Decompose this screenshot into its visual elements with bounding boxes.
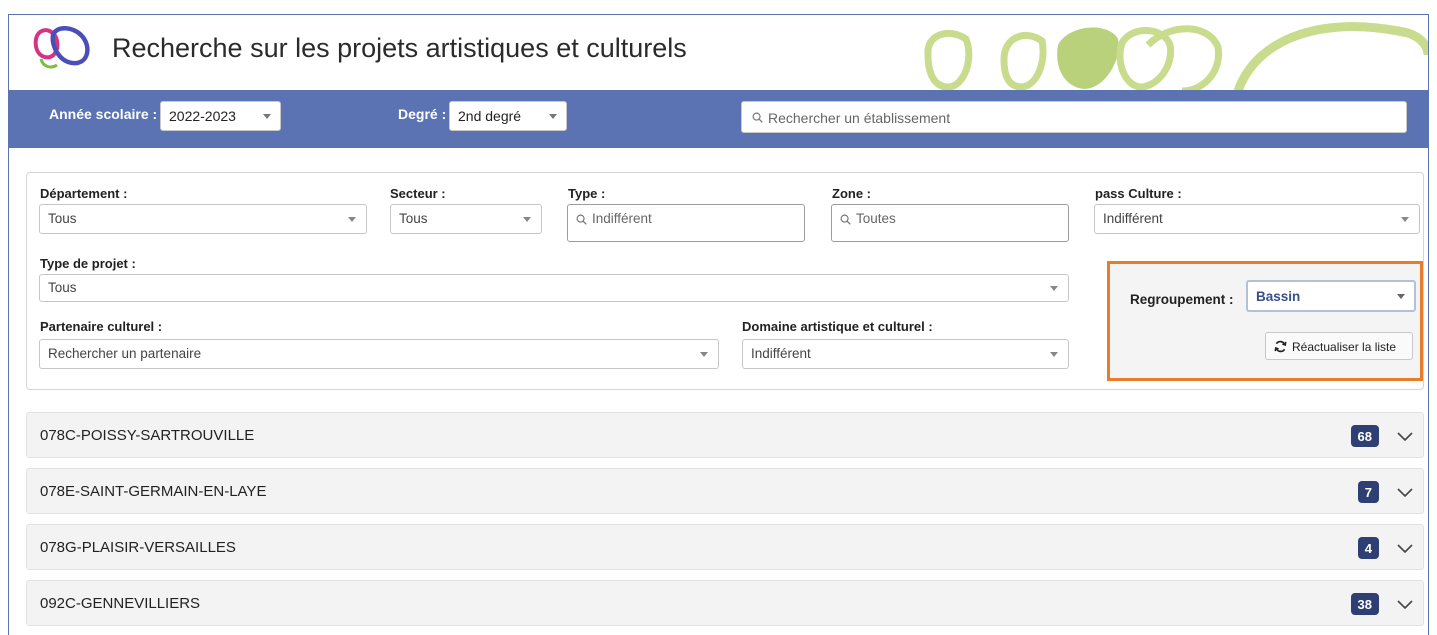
degree-label: Degré : bbox=[398, 106, 447, 122]
chevron-down-icon[interactable] bbox=[1395, 538, 1415, 558]
refresh-list-label: Réactualiser la liste bbox=[1292, 340, 1397, 354]
group-name: 078C-POISSY-SARTROUVILLE bbox=[40, 427, 255, 444]
regroupement-label: Regroupement : bbox=[1130, 292, 1234, 307]
chevron-down-icon bbox=[700, 352, 708, 357]
secteur-value: Tous bbox=[399, 211, 428, 226]
filters-panel: Département : Tous Secteur : Tous Type :… bbox=[26, 172, 1424, 390]
group-row[interactable]: 078E-SAINT-GERMAIN-EN-LAYE 7 bbox=[26, 468, 1424, 514]
chevron-down-icon[interactable] bbox=[1395, 594, 1415, 614]
chevron-down-icon bbox=[1050, 286, 1058, 291]
pass-culture-value: Indifférent bbox=[1103, 211, 1163, 226]
chevron-down-icon bbox=[348, 217, 356, 222]
zone-search-input[interactable]: Toutes bbox=[831, 204, 1069, 242]
chevron-down-icon[interactable] bbox=[1395, 482, 1415, 502]
chevron-down-icon bbox=[1397, 294, 1405, 299]
partenaire-placeholder: Rechercher un partenaire bbox=[48, 346, 202, 361]
secteur-label: Secteur : bbox=[390, 186, 446, 201]
chevron-down-icon bbox=[1401, 217, 1409, 222]
group-row[interactable]: 078G-PLAISIR-VERSAILLES 4 bbox=[26, 524, 1424, 570]
partenaire-select[interactable]: Rechercher un partenaire bbox=[39, 339, 719, 369]
app-logo-icon bbox=[33, 26, 90, 69]
group-row[interactable]: 078C-POISSY-SARTROUVILLE 68 bbox=[26, 412, 1424, 458]
header: Recherche sur les projets artistiques et… bbox=[9, 15, 1428, 90]
chevron-down-icon bbox=[523, 217, 531, 222]
type-placeholder: Indifférent bbox=[592, 211, 652, 226]
domaine-value: Indifférent bbox=[751, 346, 811, 361]
decorative-leaves-icon bbox=[924, 22, 1428, 90]
group-name: 092C-GENNEVILLIERS bbox=[40, 595, 201, 612]
type-projet-value: Tous bbox=[48, 280, 77, 295]
page-title: Recherche sur les projets artistiques et… bbox=[112, 33, 687, 63]
degree-value: 2nd degré bbox=[458, 108, 522, 124]
count-badge: 68 bbox=[1350, 425, 1379, 447]
zone-placeholder: Toutes bbox=[856, 211, 896, 226]
departement-select[interactable]: Tous bbox=[39, 204, 367, 234]
type-projet-label: Type de projet : bbox=[40, 256, 136, 271]
type-projet-select[interactable]: Tous bbox=[39, 274, 1069, 302]
chevron-down-icon bbox=[1050, 352, 1058, 357]
domaine-label: Domaine artistique et culturel : bbox=[742, 319, 933, 334]
search-icon bbox=[840, 214, 851, 225]
search-placeholder: Rechercher un établissement bbox=[768, 110, 951, 126]
departement-value: Tous bbox=[48, 211, 77, 226]
count-badge: 4 bbox=[1357, 537, 1379, 559]
school-year-label: Année scolaire : bbox=[49, 106, 158, 122]
degree-select[interactable]: 2nd degré bbox=[449, 101, 567, 131]
type-label: Type : bbox=[568, 186, 606, 201]
search-icon bbox=[752, 112, 763, 123]
establishment-search-input[interactable]: Rechercher un établissement bbox=[741, 101, 1407, 133]
pass-culture-label: pass Culture : bbox=[1095, 186, 1182, 201]
regroupement-select[interactable]: Bassin bbox=[1246, 280, 1416, 312]
secteur-select[interactable]: Tous bbox=[390, 204, 542, 234]
chevron-down-icon bbox=[263, 114, 271, 119]
type-search-input[interactable]: Indifférent bbox=[567, 204, 805, 242]
group-name: 078E-SAINT-GERMAIN-EN-LAYE bbox=[40, 483, 267, 500]
refresh-list-button[interactable]: Réactualiser la liste bbox=[1265, 332, 1413, 360]
refresh-icon bbox=[1274, 340, 1287, 353]
chevron-down-icon bbox=[549, 114, 557, 119]
departement-label: Département : bbox=[40, 186, 128, 201]
filter-toolbar: Année scolaire : 2022-2023 Degré : 2nd d… bbox=[9, 90, 1428, 148]
group-name: 078G-PLAISIR-VERSAILLES bbox=[40, 539, 236, 556]
zone-label: Zone : bbox=[832, 186, 871, 201]
pass-culture-select[interactable]: Indifférent bbox=[1094, 204, 1420, 234]
chevron-down-icon[interactable] bbox=[1395, 426, 1415, 446]
count-badge: 7 bbox=[1357, 481, 1379, 503]
group-row[interactable]: 092C-GENNEVILLIERS 38 bbox=[26, 580, 1424, 626]
app-frame: Recherche sur les projets artistiques et… bbox=[8, 14, 1429, 635]
domaine-select[interactable]: Indifférent bbox=[742, 339, 1069, 369]
count-badge: 38 bbox=[1350, 593, 1379, 615]
school-year-select[interactable]: 2022-2023 bbox=[160, 101, 281, 131]
search-icon bbox=[576, 214, 587, 225]
regroupement-panel: Regroupement : Bassin Réactualiser la li… bbox=[1107, 261, 1423, 381]
partenaire-label: Partenaire culturel : bbox=[40, 319, 163, 334]
school-year-value: 2022-2023 bbox=[169, 108, 236, 124]
regroupement-value: Bassin bbox=[1256, 289, 1301, 304]
